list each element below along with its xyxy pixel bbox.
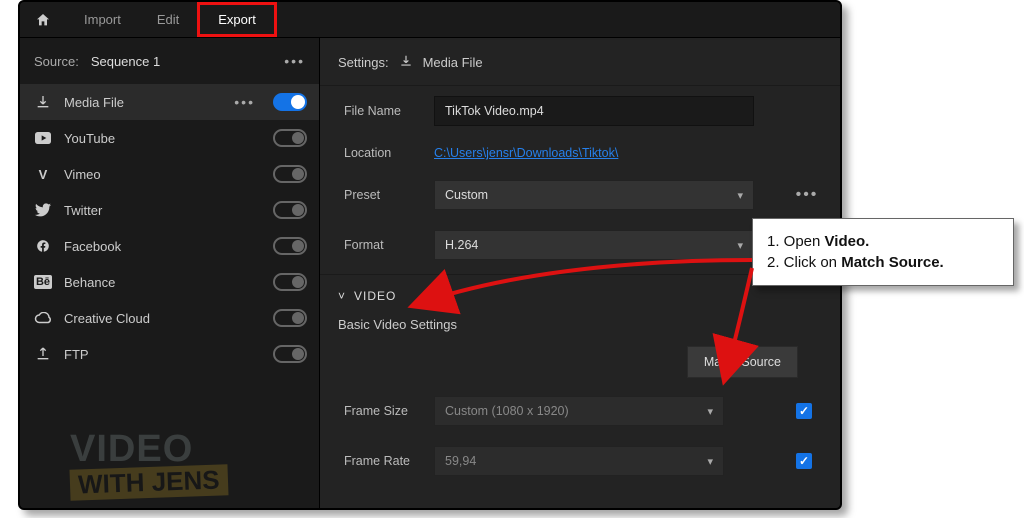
destination-more-icon[interactable]: •••	[234, 94, 255, 110]
preset-more-icon[interactable]: •••	[792, 186, 822, 204]
settings-target: Media File	[423, 55, 483, 70]
destination-icon	[34, 345, 52, 363]
video-section-title: VIDEO	[354, 289, 396, 303]
destination-label: FTP	[64, 347, 261, 362]
destination-icon	[34, 201, 52, 219]
framerate-label: Frame Rate	[344, 454, 434, 468]
download-icon	[399, 54, 413, 71]
destination-youtube[interactable]: YouTube	[20, 120, 319, 156]
source-panel: Source: Sequence 1 ••• Media File ••• YouT…	[20, 38, 320, 508]
destination-icon: V	[34, 165, 52, 183]
chevron-down-icon: ▾	[737, 239, 743, 252]
chevron-down-icon: ˅	[338, 289, 346, 303]
tab-import[interactable]: Import	[66, 2, 139, 37]
tab-export[interactable]: Export	[197, 2, 277, 37]
destination-list: Media File ••• YouTube V Vimeo Twitter Faceboo…	[20, 84, 319, 508]
chevron-down-icon: ▾	[737, 189, 743, 202]
format-label: Format	[344, 238, 434, 252]
instruction-callout: 1. Open Video. 2. Click on Match Source.	[752, 218, 1014, 286]
destination-icon	[34, 93, 52, 111]
destination-ftp[interactable]: FTP	[20, 336, 319, 372]
framesize-dropdown[interactable]: Custom (1080 x 1920) ▾	[434, 396, 724, 426]
destination-icon	[34, 237, 52, 255]
export-window: Import Edit Export Source: Sequence 1 ••…	[18, 0, 842, 510]
destination-twitter[interactable]: Twitter	[20, 192, 319, 228]
destination-toggle[interactable]	[273, 237, 307, 255]
source-value: Sequence 1	[91, 54, 276, 69]
top-tab-bar: Import Edit Export	[20, 2, 840, 38]
preset-label: Preset	[344, 188, 434, 202]
destination-vimeo[interactable]: V Vimeo	[20, 156, 319, 192]
filename-label: File Name	[344, 104, 434, 118]
destination-toggle[interactable]	[273, 201, 307, 219]
format-dropdown[interactable]: H.264 ▾	[434, 230, 754, 260]
destination-toggle[interactable]	[273, 273, 307, 291]
destination-label: YouTube	[64, 131, 261, 146]
settings-header: Settings: Media File	[320, 50, 840, 86]
destination-toggle[interactable]	[273, 309, 307, 327]
destination-label: Creative Cloud	[64, 311, 261, 326]
destination-creative-cloud[interactable]: Creative Cloud	[20, 300, 319, 336]
destination-icon	[34, 309, 52, 327]
destination-toggle[interactable]	[273, 93, 307, 111]
location-link[interactable]: C:\Users\jensr\Downloads\Tiktok\	[434, 146, 618, 160]
source-more-icon[interactable]: •••	[284, 53, 305, 69]
destination-toggle[interactable]	[273, 129, 307, 147]
preset-dropdown[interactable]: Custom ▾	[434, 180, 754, 210]
chevron-down-icon: ▾	[707, 405, 713, 418]
destination-behance[interactable]: Bē Behance	[20, 264, 319, 300]
destination-icon	[34, 129, 52, 147]
destination-label: Vimeo	[64, 167, 261, 182]
video-subtitle: Basic Video Settings	[320, 313, 840, 342]
destination-facebook[interactable]: Facebook	[20, 228, 319, 264]
destination-toggle[interactable]	[273, 345, 307, 363]
destination-label: Facebook	[64, 239, 261, 254]
destination-toggle[interactable]	[273, 165, 307, 183]
destination-icon: Bē	[34, 273, 52, 291]
home-icon[interactable]	[20, 2, 66, 37]
framerate-checkbox[interactable]: ✓	[796, 453, 812, 469]
chevron-down-icon: ▾	[707, 455, 713, 468]
match-source-button[interactable]: Match Source	[687, 346, 798, 378]
source-row: Source: Sequence 1 •••	[20, 38, 319, 84]
body-split: Source: Sequence 1 ••• Media File ••• YouT…	[20, 38, 840, 508]
destination-label: Twitter	[64, 203, 261, 218]
source-label: Source:	[34, 54, 79, 69]
video-settings-grid: Frame Size Custom (1080 x 1920) ▾ ✓ Fram…	[320, 392, 840, 476]
filename-input[interactable]	[434, 96, 754, 126]
destination-media-file[interactable]: Media File •••	[20, 84, 319, 120]
framerate-dropdown[interactable]: 59,94 ▾	[434, 446, 724, 476]
settings-title: Settings:	[338, 55, 389, 70]
tab-edit[interactable]: Edit	[139, 2, 197, 37]
destination-label: Behance	[64, 275, 261, 290]
framesize-label: Frame Size	[344, 404, 434, 418]
destination-label: Media File	[64, 95, 222, 110]
location-label: Location	[344, 146, 434, 160]
framesize-checkbox[interactable]: ✓	[796, 403, 812, 419]
